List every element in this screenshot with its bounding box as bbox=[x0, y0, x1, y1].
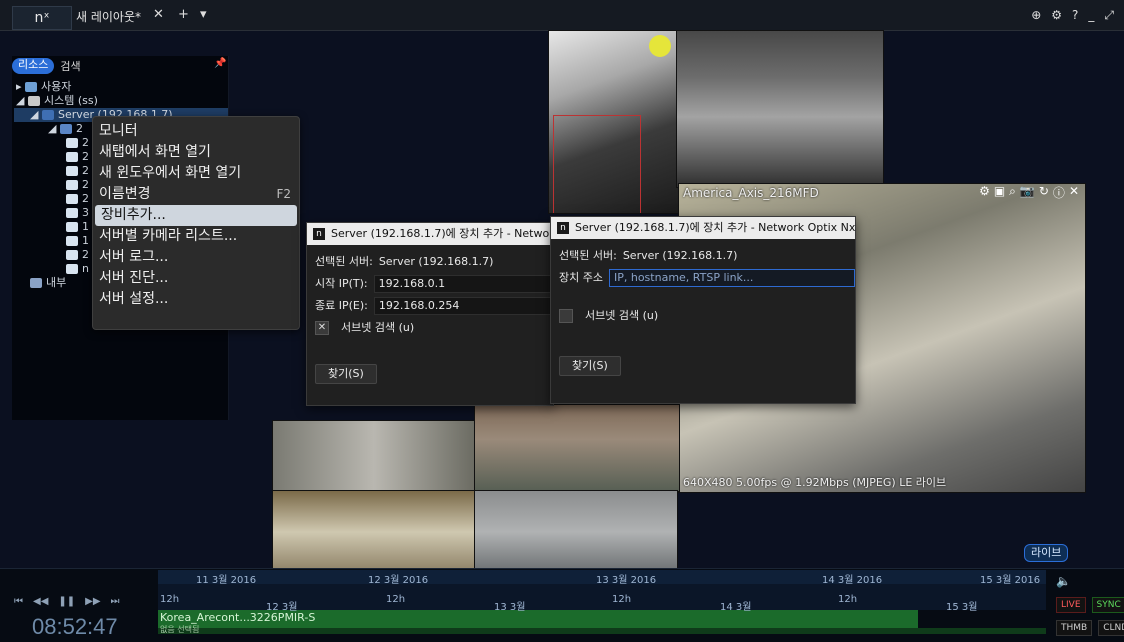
recording-bar bbox=[158, 628, 1046, 634]
camera-tile-7[interactable] bbox=[474, 490, 678, 574]
menu-item-monitor[interactable]: 모니터 bbox=[93, 121, 299, 142]
app-logo-button[interactable]: nˣ bbox=[12, 6, 72, 30]
fast-forward-icon[interactable]: ▶▶ bbox=[85, 596, 100, 607]
dialog-title-bar: n Server (192.168.1.7)에 장치 추가 - Network O… bbox=[551, 217, 855, 239]
help-icon[interactable]: ? bbox=[1072, 8, 1078, 23]
timeline-right-buttons-row2: THMB CLND bbox=[1056, 620, 1124, 636]
camera-toolbar: ⚙ ▣ ⌕ 📷 ↻ ⓘ ✕ bbox=[979, 184, 1079, 201]
menu-item-server-settings[interactable]: 서버 설정... bbox=[93, 289, 299, 310]
tab-search[interactable]: 검색 bbox=[60, 58, 80, 74]
subnet-row[interactable]: ✕ 서브넷 검색 (u) bbox=[307, 317, 553, 339]
layout-tab[interactable]: 새 레이아웃* bbox=[76, 8, 141, 26]
menu-item-server-log[interactable]: 서버 로그... bbox=[93, 247, 299, 268]
subnet-checkbox[interactable]: ✕ bbox=[315, 321, 329, 335]
layout-tab-label: 새 레이아웃* bbox=[76, 10, 142, 24]
camera-tile-4[interactable] bbox=[272, 420, 476, 492]
timeline-tick: 14 3월 bbox=[720, 602, 752, 613]
pin-icon[interactable]: 📌 bbox=[214, 58, 226, 69]
volume-icon[interactable]: 🔈 bbox=[1056, 574, 1071, 588]
resource-tabs: 리소스 검색 bbox=[12, 58, 81, 74]
motion-region bbox=[553, 115, 641, 213]
selected-server-row: 선택된 서버: Server (192.168.1.7) bbox=[559, 249, 738, 262]
add-device-dialog-range: n Server (192.168.1.7)에 장치 추가 - Network 선… bbox=[306, 222, 554, 406]
timeline-tick: 13 3월 bbox=[494, 602, 526, 613]
app-icon: n bbox=[557, 222, 569, 234]
timeline-date-label: 13 3월 2016 bbox=[596, 575, 657, 586]
menu-item-server-diagnostics[interactable]: 서버 진단... bbox=[93, 268, 299, 289]
menu-item-open-new-tab[interactable]: 새탭에서 화면 열기 bbox=[93, 142, 299, 163]
light-blob bbox=[649, 35, 671, 57]
timeline-date-label: 15 3월 2016 bbox=[980, 575, 1041, 586]
menu-item-open-new-window[interactable]: 새 윈도우에서 화면 열기 bbox=[93, 163, 299, 184]
timeline-date-label: 12 3월 2016 bbox=[368, 575, 429, 586]
timeline-tick: 12h bbox=[160, 594, 180, 605]
live-button[interactable]: 라이브 bbox=[1024, 544, 1069, 562]
end-ip-field[interactable]: 192.168.0.254 bbox=[373, 297, 553, 315]
camera-tile-6[interactable] bbox=[272, 490, 476, 574]
menu-item-add-device[interactable]: 장비추가... bbox=[95, 205, 297, 226]
context-menu: 모니터 새탭에서 화면 열기 새 윈도우에서 화면 열기 이름변경 F2 장비추가… bbox=[92, 116, 300, 330]
find-button[interactable]: 찾기(S) bbox=[559, 356, 621, 376]
camera-tile-5[interactable] bbox=[474, 404, 680, 492]
playback-clock: 08:52:47 bbox=[32, 614, 118, 639]
thumbnails-button[interactable]: THMB bbox=[1056, 620, 1093, 636]
tree-item-system[interactable]: ◢ 시스템 (ss) bbox=[14, 94, 228, 108]
device-address-input[interactable]: IP, hostname, RTSP link... bbox=[608, 269, 855, 287]
end-ip-row: 종료 IP(E): 192.168.0.254 bbox=[307, 295, 553, 317]
rewind-icon[interactable]: ◀◀ bbox=[33, 596, 48, 607]
camera-rotate-icon[interactable]: ↻ bbox=[1039, 184, 1049, 201]
camera-tile-1[interactable] bbox=[548, 30, 680, 214]
timeline-tick: 15 3월 bbox=[946, 602, 978, 613]
camera-settings-icon[interactable]: ⚙ bbox=[979, 184, 990, 201]
calendar-button[interactable]: CLND bbox=[1098, 620, 1124, 636]
subnet-checkbox[interactable] bbox=[559, 309, 573, 323]
dialog-title-bar: n Server (192.168.1.7)에 장치 추가 - Network bbox=[307, 223, 553, 245]
start-ip-row: 시작 IP(T): 192.168.0.1 bbox=[307, 273, 553, 295]
timeline-date-label: 14 3월 2016 bbox=[822, 575, 883, 586]
timeline-tick: 12h bbox=[612, 594, 632, 605]
fullscreen-icon[interactable]: ⤢ bbox=[1104, 8, 1114, 23]
skip-end-icon[interactable]: ⏭ bbox=[111, 596, 120, 607]
menu-item-camera-list[interactable]: 서버별 카메라 리스트... bbox=[93, 226, 299, 247]
close-tab-icon[interactable]: ✕ bbox=[153, 7, 164, 22]
device-address-row: 장치 주소 IP, hostname, RTSP link... bbox=[551, 267, 855, 289]
settings-icon[interactable]: ⚙ bbox=[1051, 8, 1062, 23]
camera-zoom-icon[interactable]: ⌕ bbox=[1009, 184, 1016, 201]
start-ip-field[interactable]: 192.168.0.1 bbox=[373, 275, 553, 293]
menu-item-rename[interactable]: 이름변경 F2 bbox=[93, 184, 299, 205]
add-tab-icon[interactable]: + bbox=[178, 7, 189, 22]
camera-track-label: Korea_Arecont...3226PMIR-S bbox=[160, 611, 316, 624]
timeline-tick: 12h bbox=[386, 594, 406, 605]
timeline-tick: 12h bbox=[838, 594, 858, 605]
camera-screenshot-icon[interactable]: 📷 bbox=[1020, 184, 1035, 201]
timeline-right-buttons-row1: LIVE SYNC bbox=[1056, 597, 1124, 613]
camera-info-icon[interactable]: ⓘ bbox=[1053, 184, 1065, 201]
title-bar bbox=[0, 0, 1124, 31]
pause-icon[interactable]: ❚❚ bbox=[58, 596, 75, 607]
camera-title: America_Axis_216MFD bbox=[683, 186, 819, 200]
window-controls: ⊕ ⚙ ? _ ⤢ bbox=[1031, 8, 1114, 23]
add-device-dialog-address: n Server (192.168.1.7)에 장치 추가 - Network O… bbox=[550, 216, 856, 404]
sync-button[interactable]: SYNC bbox=[1091, 597, 1124, 613]
tree-item-users[interactable]: ▸ 사용자 bbox=[14, 80, 228, 94]
find-button[interactable]: 찾기(S) bbox=[315, 364, 377, 384]
subnet-row[interactable]: 서브넷 검색 (u) bbox=[551, 305, 855, 327]
network-icon[interactable]: ⊕ bbox=[1031, 8, 1041, 23]
skip-start-icon[interactable]: ⏮ bbox=[14, 596, 23, 607]
minimize-icon[interactable]: _ bbox=[1088, 8, 1094, 23]
camera-tile-2[interactable] bbox=[676, 30, 884, 188]
playback-controls: ⏮ ◀◀ ❚❚ ▶▶ ⏭ bbox=[14, 596, 120, 607]
live-mode-button[interactable]: LIVE bbox=[1056, 597, 1086, 613]
camera-layout-icon[interactable]: ▣ bbox=[994, 184, 1005, 201]
camera-stats: 640X480 5.00fps @ 1.92Mbps (MJPEG) LE 라이… bbox=[683, 476, 947, 489]
app-icon: n bbox=[313, 228, 325, 240]
camera-track-sublabel: 없음 선택됨 bbox=[160, 625, 200, 634]
app-logo-text: nˣ bbox=[34, 10, 50, 26]
timeline-date-label: 11 3월 2016 bbox=[196, 575, 257, 586]
selected-server-row: 선택된 서버: Server (192.168.1.7) bbox=[315, 255, 494, 268]
tab-menu-icon[interactable]: ▾ bbox=[200, 7, 207, 22]
camera-close-icon[interactable]: ✕ bbox=[1069, 184, 1079, 201]
tab-resources[interactable]: 리소스 bbox=[12, 58, 55, 74]
